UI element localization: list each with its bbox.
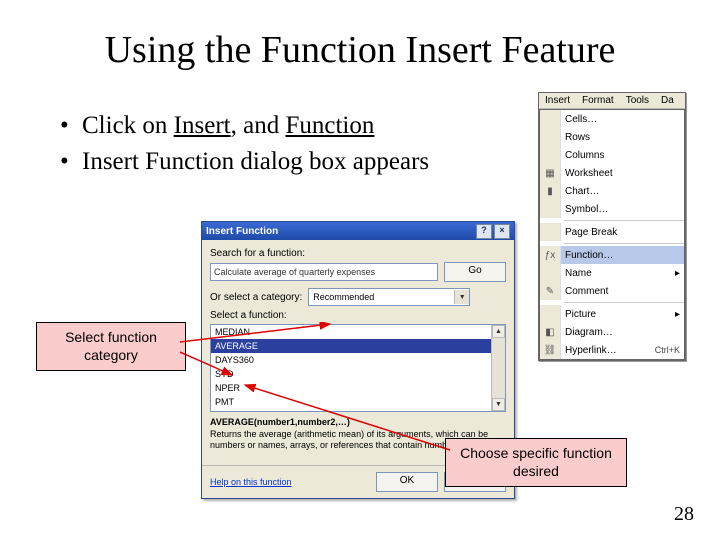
list-item[interactable]: PMT [211, 395, 505, 409]
menu-item-diagram[interactable]: ◧Diagram… [540, 323, 684, 341]
chart-icon: ▮ [540, 182, 561, 200]
bullet-1: • Click on Insert, and Function [60, 108, 429, 144]
chevron-down-icon: ▼ [454, 290, 469, 304]
menu-item-picture[interactable]: Picture▸ [540, 305, 684, 323]
menu-insert[interactable]: Insert [539, 93, 576, 108]
menu-item-worksheet[interactable]: ▦Worksheet [540, 164, 684, 182]
insert-menu-screenshot: Insert Format Tools Da Cells… Rows Colum… [538, 92, 686, 361]
menu-item-rows[interactable]: Rows [540, 128, 684, 146]
menu-item-pagebreak[interactable]: Page Break [540, 223, 684, 241]
comment-icon: ✎ [540, 282, 561, 300]
dialog-title: Insert Function [206, 226, 278, 237]
bullet-1-insert: Insert [174, 112, 231, 139]
search-label: Search for a function: [210, 248, 506, 259]
menu-item-name[interactable]: Name▸ [540, 264, 684, 282]
function-signature: AVERAGE(number1,number2,…) [210, 417, 506, 427]
callout-category: Select function category [36, 322, 186, 371]
search-input[interactable]: Calculate average of quarterly expenses [210, 263, 438, 281]
bullet-1-part-a: Click on [82, 112, 174, 139]
menu-item-symbol[interactable]: Symbol… [540, 200, 684, 218]
function-listbox[interactable]: MEDIAN AVERAGE DAYS360 SYD NPER PMT IPMT… [210, 324, 506, 412]
menu-tools[interactable]: Tools [620, 93, 655, 108]
menu-format[interactable]: Format [576, 93, 620, 108]
slide-title: Using the Function Insert Feature [0, 28, 720, 72]
scroll-up-icon[interactable]: ▲ [492, 325, 505, 338]
list-item[interactable]: IPMT [211, 409, 505, 412]
scroll-down-icon[interactable]: ▼ [492, 398, 505, 411]
scrollbar[interactable]: ▲ ▼ [491, 325, 505, 411]
page-number: 28 [674, 503, 694, 526]
list-item-selected[interactable]: AVERAGE [211, 339, 505, 353]
bullet-1-part-b: , and [231, 112, 286, 139]
menu-item-chart[interactable]: ▮Chart… [540, 182, 684, 200]
list-item[interactable]: NPER [211, 381, 505, 395]
ok-button[interactable]: OK [376, 472, 438, 492]
bullet-2: • Insert Function dialog box appears [60, 144, 429, 180]
list-item[interactable]: DAYS360 [211, 353, 505, 367]
callout-function: Choose specific function desired [445, 438, 627, 487]
menu-item-function[interactable]: ƒxFunction… [540, 246, 684, 264]
category-label: Or select a category: [210, 292, 302, 303]
fx-icon: ƒx [540, 246, 561, 264]
insert-dropdown: Cells… Rows Columns ▦Worksheet ▮Chart… S… [539, 109, 685, 360]
help-link[interactable]: Help on this function [210, 477, 292, 487]
select-function-label: Select a function: [210, 310, 506, 321]
list-item[interactable]: MEDIAN [211, 325, 505, 339]
category-combo[interactable]: Recommended ▼ [308, 288, 470, 306]
diagram-icon: ◧ [540, 323, 561, 341]
menubar: Insert Format Tools Da [539, 93, 685, 109]
menu-item-hyperlink[interactable]: ⛓Hyperlink…Ctrl+K [540, 341, 684, 359]
category-value: Recommended [309, 292, 454, 302]
bullet-1-function: Function [285, 112, 374, 139]
bullet-2-text: Insert Function dialog box appears [82, 144, 429, 180]
menu-item-comment[interactable]: ✎Comment [540, 282, 684, 300]
worksheet-icon: ▦ [540, 164, 561, 182]
hyperlink-icon: ⛓ [540, 341, 561, 359]
menu-item-cells[interactable]: Cells… [540, 110, 684, 128]
help-button[interactable]: ? [476, 224, 492, 239]
menu-item-columns[interactable]: Columns [540, 146, 684, 164]
close-button[interactable]: × [494, 224, 510, 239]
list-item[interactable]: SYD [211, 367, 505, 381]
menu-data[interactable]: Da [655, 93, 680, 108]
dialog-titlebar: Insert Function ? × [202, 222, 514, 240]
bullet-list: • Click on Insert, and Function • Insert… [60, 108, 429, 181]
go-button[interactable]: Go [444, 262, 506, 282]
